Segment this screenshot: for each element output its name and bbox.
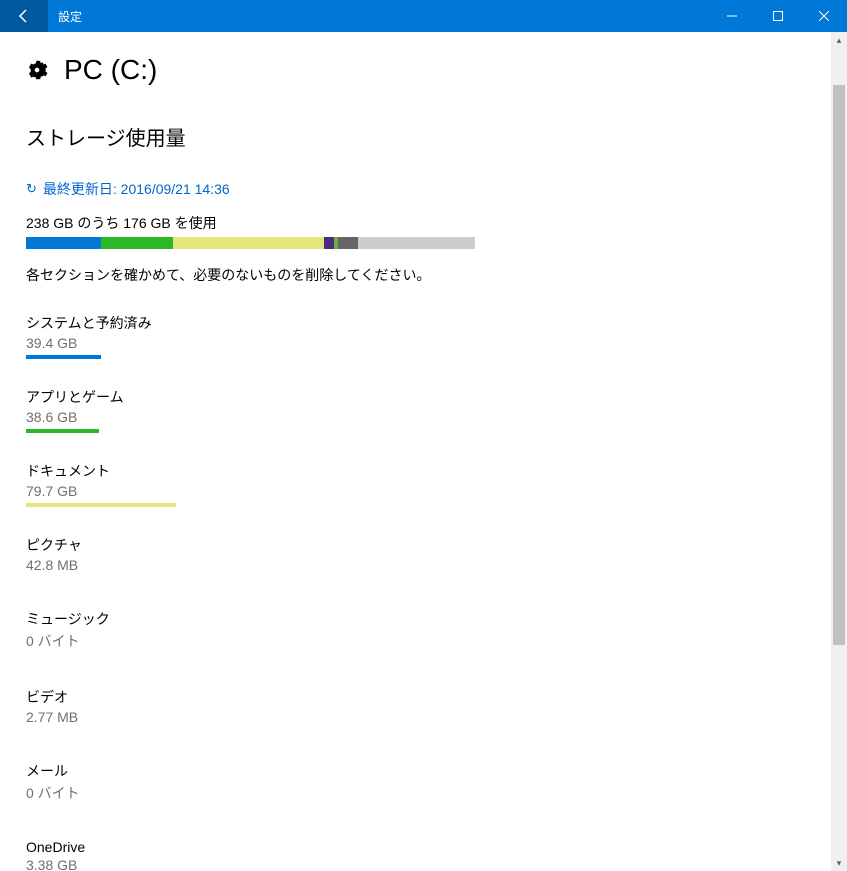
storage-segment <box>26 237 101 249</box>
category-name: ピクチャ <box>26 535 821 555</box>
category-bar <box>26 577 475 581</box>
scroll-up-arrow[interactable]: ▴ <box>831 32 847 48</box>
storage-segment <box>101 237 174 249</box>
gear-icon <box>26 59 48 81</box>
section-title: ストレージ使用量 <box>26 122 821 151</box>
scroll-down-arrow[interactable]: ▾ <box>831 855 847 871</box>
category-name: アプリとゲーム <box>26 387 821 407</box>
storage-category[interactable]: アプリとゲーム 38.6 GB <box>26 387 821 433</box>
category-name: OneDrive <box>26 839 821 855</box>
close-button[interactable] <box>801 0 847 32</box>
refresh-row[interactable]: ↻ 最終更新日: 2016/09/21 14:36 <box>26 179 821 199</box>
category-size: 0 バイト <box>26 783 821 803</box>
category-bar <box>26 655 475 659</box>
maximize-button[interactable] <box>755 0 801 32</box>
vertical-scrollbar[interactable]: ▴ ▾ <box>831 32 847 871</box>
storage-category[interactable]: OneDrive 3.38 GB <box>26 839 821 871</box>
category-bar <box>26 503 475 507</box>
window-title: 設定 <box>48 8 709 25</box>
category-size: 2.77 MB <box>26 709 821 725</box>
storage-usage-bar <box>26 237 475 249</box>
category-size: 3.38 GB <box>26 857 821 871</box>
window-controls <box>709 0 847 32</box>
category-size: 42.8 MB <box>26 557 821 573</box>
storage-segment <box>338 237 358 249</box>
storage-category[interactable]: ピクチャ 42.8 MB <box>26 535 821 581</box>
storage-segment <box>173 237 323 249</box>
storage-category[interactable]: メール0 バイト <box>26 761 821 811</box>
page-header: PC (C:) <box>26 54 821 86</box>
usage-summary: 238 GB のうち 176 GB を使用 <box>26 213 821 233</box>
storage-category[interactable]: ミュージック0 バイト <box>26 609 821 659</box>
category-size: 39.4 GB <box>26 335 821 351</box>
content-area: PC (C:) ストレージ使用量 ↻ 最終更新日: 2016/09/21 14:… <box>0 32 847 871</box>
category-bar <box>26 355 475 359</box>
storage-category[interactable]: ドキュメント 79.7 GB <box>26 461 821 507</box>
category-name: ビデオ <box>26 687 821 707</box>
category-name: メール <box>26 761 821 781</box>
category-size: 38.6 GB <box>26 409 821 425</box>
page-title: PC (C:) <box>64 54 157 86</box>
category-size: 0 バイト <box>26 631 821 651</box>
minimize-button[interactable] <box>709 0 755 32</box>
last-updated-text: 最終更新日: 2016/09/21 14:36 <box>43 179 230 199</box>
back-button[interactable] <box>0 0 48 32</box>
category-name: システムと予約済み <box>26 313 821 333</box>
categories-list: システムと予約済み 39.4 GB アプリとゲーム 38.6 GB ドキュメント 79.7… <box>26 313 821 871</box>
storage-category[interactable]: ビデオ 2.77 MB <box>26 687 821 733</box>
category-bar <box>26 729 475 733</box>
scroll-thumb[interactable] <box>833 85 845 645</box>
category-name: ミュージック <box>26 609 821 629</box>
titlebar: 設定 <box>0 0 847 32</box>
category-bar <box>26 807 475 811</box>
category-bar <box>26 429 475 433</box>
refresh-icon: ↻ <box>26 181 37 197</box>
category-size: 79.7 GB <box>26 483 821 499</box>
storage-category[interactable]: システムと予約済み 39.4 GB <box>26 313 821 359</box>
storage-segment <box>324 237 335 249</box>
instruction-text: 各セクションを確かめて、必要のないものを削除してください。 <box>26 265 821 285</box>
category-name: ドキュメント <box>26 461 821 481</box>
